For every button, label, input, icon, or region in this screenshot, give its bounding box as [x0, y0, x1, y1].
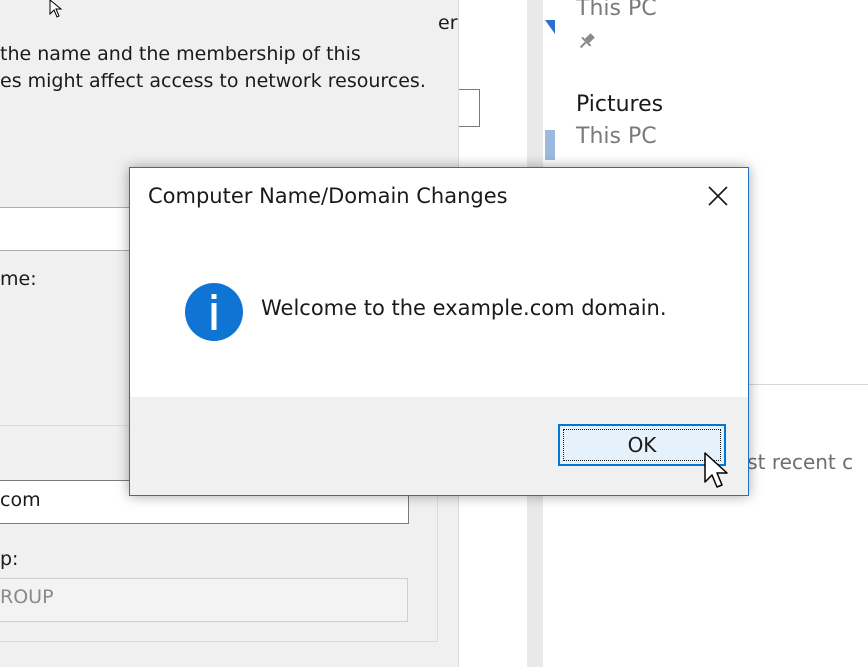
workgroup-input[interactable] [0, 578, 408, 622]
pin-icon[interactable] [576, 30, 598, 52]
mouse-pointer-icon [704, 452, 728, 488]
quick-access-item-pictures[interactable]: Pictures [576, 92, 663, 117]
close-button[interactable] [693, 174, 743, 218]
arrow-cursor-icon [49, 0, 63, 18]
ok-button[interactable]: OK [558, 424, 726, 466]
partial-label: er [438, 12, 458, 34]
focus-rectangle [563, 429, 721, 461]
dialog-message: Welcome to the example.com domain. [261, 296, 667, 320]
domain-input-value: com [0, 489, 41, 511]
divider [748, 384, 868, 385]
close-icon [708, 186, 728, 206]
info-icon [185, 283, 243, 341]
quick-access-item-location: This PC [576, 0, 657, 21]
partial-input-box[interactable] [459, 89, 480, 127]
folder-thumbnail-edge [545, 130, 555, 160]
full-computer-name-label: me: [0, 268, 37, 290]
membership-description-line2: es might affect access to network resour… [0, 70, 426, 92]
selection-marker [545, 20, 555, 34]
workgroup-label: p: [0, 548, 19, 570]
workgroup-input-value: ROUP [0, 586, 54, 608]
recent-files-hint: ost recent c [735, 450, 854, 474]
membership-description-line1: the name and the membership of this [0, 43, 361, 65]
quick-access-item-location: This PC [576, 124, 657, 149]
dialog-title: Computer Name/Domain Changes [148, 184, 508, 208]
domain-welcome-dialog: Computer Name/Domain Changes Welcome to … [129, 167, 749, 496]
